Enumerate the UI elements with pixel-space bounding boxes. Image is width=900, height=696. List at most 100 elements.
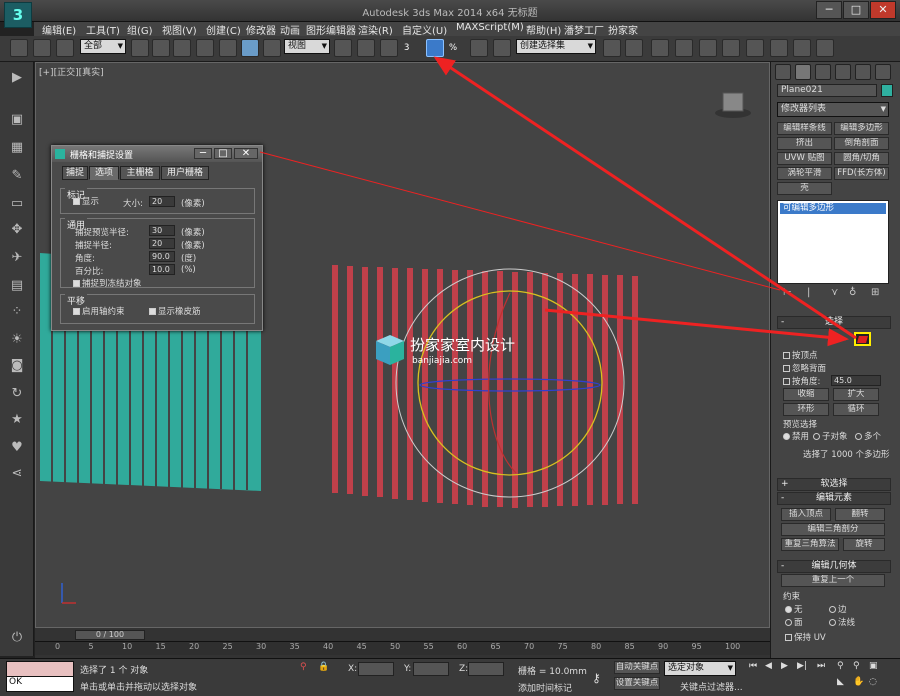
flip-button[interactable]: 翻转 — [835, 508, 885, 521]
hierarchy-tab-icon[interactable] — [815, 64, 831, 80]
menu-views[interactable]: 视图(V) — [162, 22, 197, 37]
preserve-uv-checkbox[interactable]: 保持 UV — [785, 631, 826, 643]
select-by-name-icon[interactable] — [152, 39, 170, 57]
stack-item-editable-poly[interactable]: 可编辑多边形 — [780, 203, 886, 214]
set-key-button[interactable]: 设置关键点 — [614, 677, 660, 690]
object-name-field[interactable]: Plane021 — [777, 84, 877, 97]
schematic-view-icon[interactable] — [722, 39, 740, 57]
key-filter-dropdown[interactable]: 选定对象 — [664, 661, 736, 676]
show-end-result-icon[interactable]: | — [807, 287, 810, 298]
rotate-icon[interactable] — [241, 39, 259, 57]
edit-triangulation-button[interactable]: 编辑三角剖分 — [781, 523, 885, 536]
constraint-none-radio[interactable]: 无 — [785, 603, 803, 615]
modifier-bevel-profile[interactable]: 倒角剖面 — [834, 137, 889, 150]
scale-icon[interactable] — [263, 39, 281, 57]
modifier-uvw-map[interactable]: UVW 贴图 — [777, 152, 832, 165]
tab-home-grid[interactable]: 主栅格 — [120, 166, 160, 180]
rendered-frame-icon[interactable] — [793, 39, 811, 57]
display-markers-checkbox[interactable]: 显示 — [73, 195, 99, 207]
y-coord-field[interactable] — [413, 662, 449, 676]
mirror-icon[interactable] — [603, 39, 621, 57]
preview-multi-radio[interactable]: 多个 — [855, 430, 881, 442]
select-manipulate-icon[interactable] — [357, 39, 375, 57]
star-icon[interactable]: ★ — [9, 412, 25, 428]
retriangulate-button[interactable]: 重复三角算法 — [781, 538, 839, 551]
selection-filter-dropdown[interactable]: 全部 — [80, 39, 126, 54]
named-selection-dropdown[interactable]: 创建选择集 — [516, 39, 596, 54]
tab-snaps[interactable]: 捕捉 — [62, 166, 88, 180]
dialog-maximize-button[interactable]: □ — [214, 148, 232, 159]
inbox-icon[interactable]: ▤ — [9, 278, 25, 294]
menu-tools[interactable]: 工具(T) — [86, 22, 120, 37]
snap-toggle-label[interactable]: 3 — [404, 43, 409, 53]
share-icon[interactable]: ⋖ — [9, 466, 25, 482]
power-icon[interactable]: ⏻ — [9, 630, 25, 646]
refresh-icon[interactable]: ↻ — [9, 386, 25, 402]
play-icon[interactable]: ▶ — [9, 70, 25, 86]
select-object-icon[interactable] — [131, 39, 149, 57]
modifier-shell[interactable]: 壳 — [777, 182, 832, 195]
constraint-face-radio[interactable]: 面 — [785, 616, 803, 628]
angle-snap-icon[interactable] — [426, 39, 444, 57]
window-crossing-icon[interactable] — [196, 39, 214, 57]
modifier-extrude[interactable]: 挤出 — [777, 137, 832, 150]
modifier-turbosmooth[interactable]: 涡轮平滑 — [777, 167, 832, 180]
go-to-start-icon[interactable]: ⏮ — [749, 661, 757, 671]
pin-icon[interactable]: ⚲ — [300, 662, 307, 672]
modify-tab-icon[interactable] — [795, 64, 811, 80]
modifier-edit-poly[interactable]: 编辑多边形 — [834, 122, 889, 135]
polygon-subobject-icon[interactable] — [854, 332, 871, 346]
dialog-titlebar[interactable]: 栅格和捕捉设置 ─ □ ✕ — [52, 146, 262, 162]
move-arrows-icon[interactable]: ✥ — [9, 222, 25, 238]
z-coord-field[interactable] — [468, 662, 504, 676]
app-logo-icon[interactable]: 3 — [4, 2, 32, 28]
menu-edit[interactable]: 编辑(E) — [42, 22, 76, 37]
layer-manager-icon[interactable] — [651, 39, 669, 57]
constraint-normal-radio[interactable]: 法线 — [829, 616, 855, 628]
auto-key-button[interactable]: 自动关键点 — [614, 661, 660, 674]
soft-selection-rollout[interactable]: + 软选择 — [777, 478, 891, 491]
tab-user-grids[interactable]: 用户栅格 — [161, 166, 209, 180]
camera-icon[interactable]: ◙ — [9, 358, 25, 374]
pan-icon[interactable]: ✋ — [853, 677, 864, 687]
track-bar[interactable]: 0 5 10 15 20 25 30 35 40 45 50 55 60 65 70 75 80 85 90 95 10… — [35, 641, 770, 655]
selection-rollout[interactable]: - 选择 — [777, 316, 891, 329]
edit-elements-rollout[interactable]: - 编辑元素 — [777, 492, 891, 505]
maxscript-listener-bottom[interactable]: OK — [6, 676, 74, 692]
axis-constraints-checkbox[interactable]: 启用轴约束 — [73, 305, 125, 317]
ring-button[interactable]: 环形 — [783, 403, 829, 416]
snap-radius-spinner[interactable]: 20 — [149, 238, 175, 249]
edit-geometry-rollout[interactable]: - 编辑几何体 — [777, 560, 891, 573]
render-setup-icon[interactable] — [770, 39, 788, 57]
zoom-all-icon[interactable]: ⚲ — [853, 661, 860, 671]
remove-modifier-icon[interactable]: ♁ — [849, 287, 856, 298]
material-editor-icon[interactable] — [746, 39, 764, 57]
bind-spacewarp-icon[interactable] — [56, 39, 74, 57]
next-frame-icon[interactable]: ▶| — [797, 661, 807, 671]
menu-plugin-1[interactable]: 潘梦工厂 — [564, 22, 604, 37]
make-unique-icon[interactable]: ⋎ — [831, 287, 838, 298]
go-to-end-icon[interactable]: ⏭ — [817, 661, 825, 671]
preview-disabled-radio[interactable]: 禁用 — [783, 430, 809, 442]
utilities-tab-icon[interactable] — [875, 64, 891, 80]
motion-tab-icon[interactable] — [835, 64, 851, 80]
layout-icon[interactable]: ▦ — [9, 140, 25, 156]
dialog-close-button[interactable]: ✕ — [234, 148, 258, 159]
menu-create[interactable]: 创建(C) — [206, 22, 241, 37]
angle-threshold-spinner[interactable]: 45.0 — [831, 375, 881, 386]
menu-group[interactable]: 组(G) — [127, 22, 153, 37]
field-of-view-icon[interactable]: ◣ — [837, 677, 844, 687]
menu-help[interactable]: 帮助(H) — [526, 22, 561, 37]
curve-editor-icon[interactable] — [699, 39, 717, 57]
angle-spinner[interactable]: 90.0 — [149, 251, 175, 262]
menu-animation[interactable]: 动画 — [280, 22, 300, 37]
graphite-ribbon-icon[interactable] — [675, 39, 693, 57]
turn-button[interactable]: 旋转 — [843, 538, 885, 551]
previous-frame-icon[interactable]: ◀ — [765, 661, 772, 671]
move-icon[interactable] — [219, 39, 237, 57]
rectangular-selection-icon[interactable] — [173, 39, 191, 57]
dialog-minimize-button[interactable]: ─ — [194, 148, 212, 159]
snap-preview-radius-spinner[interactable]: 30 — [149, 225, 175, 236]
monitor-icon[interactable]: ▭ — [9, 196, 25, 212]
maximize-button[interactable]: □ — [843, 1, 869, 19]
